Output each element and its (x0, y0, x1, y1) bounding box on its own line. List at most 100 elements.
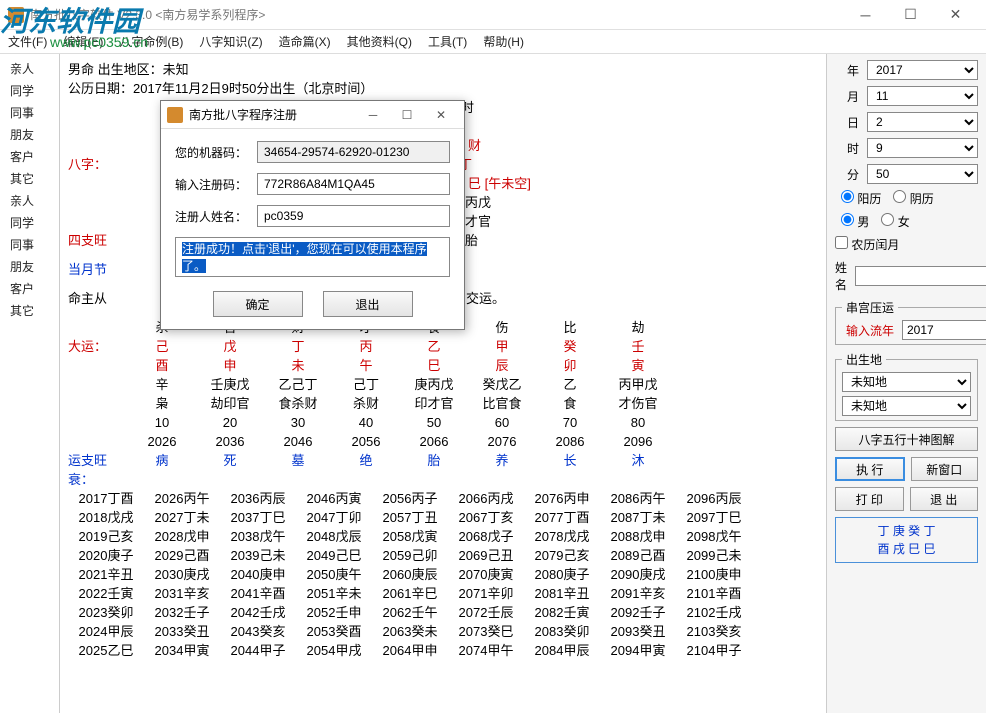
sidebar-item[interactable]: 同学 (0, 80, 59, 102)
liunian-cell: 2092壬子 (600, 603, 676, 622)
dialog-message: 注册成功！点击'退出'，您现在可以使用本程序了。 (175, 237, 450, 277)
right-panel: 年2017 月11 日2 时9 分50 阳历 阴历 男 女 农历闰月 姓名 串宫… (826, 54, 986, 713)
dialog-exit-button[interactable]: 退出 (323, 291, 413, 317)
lunar-radio[interactable]: 阴历 (893, 190, 933, 207)
liunian-cell: 2068戊子 (448, 527, 524, 546)
sidebar-item[interactable]: 客户 (0, 278, 59, 300)
liunian-cell: 2034甲寅 (144, 641, 220, 660)
sidebar-item[interactable]: 其它 (0, 300, 59, 322)
liunian-cell: 2021辛丑 (68, 565, 144, 584)
female-radio[interactable]: 女 (881, 213, 909, 230)
place2-select[interactable]: 未知地 (842, 396, 971, 416)
liunian-cell: 2060庚辰 (372, 565, 448, 584)
liunian-cell: 2052壬申 (296, 603, 372, 622)
liunian-cell: 2077丁酉 (524, 508, 600, 527)
liunian-input[interactable] (902, 320, 986, 340)
leap-checkbox[interactable]: 农历闰月 (835, 238, 899, 252)
minute-label: 分 (835, 166, 859, 183)
month-select[interactable]: 11 (867, 86, 978, 106)
liunian-cell: 2025乙巳 (68, 641, 144, 660)
sidebar-item[interactable]: 同事 (0, 234, 59, 256)
menu-file[interactable]: 文件(F) (8, 33, 47, 50)
liunian-cell: 2059己卯 (372, 546, 448, 565)
maximize-button[interactable]: ☐ (888, 1, 933, 29)
wuxing-button[interactable]: 八字五行十神图解 (835, 427, 978, 451)
minimize-button[interactable]: ─ (843, 1, 888, 29)
exit-button[interactable]: 退 出 (910, 487, 979, 511)
app-icon (8, 7, 24, 23)
liunian-cell: 2073癸巳 (448, 622, 524, 641)
hour-select[interactable]: 9 (867, 138, 978, 158)
name-input[interactable] (855, 266, 986, 286)
regname-label: 注册人姓名： (175, 208, 249, 225)
sidebar-item[interactable]: 同学 (0, 212, 59, 234)
dayun-cell: 寅 (604, 356, 672, 375)
titlebar: 南方批八字软件 V2.3.0 <南方易学系列程序> ─ ☐ ✕ (0, 0, 986, 30)
year-select[interactable]: 2017 (867, 60, 978, 80)
solar-radio[interactable]: 阳历 (841, 190, 881, 207)
liunian-cell: 2054甲戌 (296, 641, 372, 660)
liunian-cell: 2031辛亥 (144, 584, 220, 603)
execute-button[interactable]: 执 行 (835, 457, 905, 481)
regname-input[interactable] (257, 205, 450, 227)
sidebar: 亲人 同学 同事 朋友 客户 其它 亲人 同学 同事 朋友 客户 其它 (0, 54, 60, 713)
sidebar-item[interactable]: 客户 (0, 146, 59, 168)
liunian-cell: 2051辛未 (296, 584, 372, 603)
dayun-cell: 庚丙戊 (400, 375, 468, 394)
dayun-cell: 未 (264, 356, 332, 375)
liunian-cell: 2038戊午 (220, 527, 296, 546)
sizhi-label: 四支旺 (68, 233, 107, 248)
liunian-cell: 2098戊午 (676, 527, 752, 546)
dialog-close[interactable]: ✕ (424, 102, 458, 128)
liunian-cell: 2079己亥 (524, 546, 600, 565)
liunian-cell: 2084甲辰 (524, 641, 600, 660)
menu-edit[interactable]: 编辑(E) (63, 33, 103, 50)
day-label: 日 (835, 114, 859, 131)
liunian-row: 2022壬寅2031辛亥2041辛酉2051辛未2061辛巳2071辛卯2081… (68, 584, 818, 603)
dialog-title: 南方批八字程序注册 (189, 106, 356, 123)
year-label: 年 (835, 62, 859, 79)
sidebar-item[interactable]: 亲人 (0, 190, 59, 212)
male-radio[interactable]: 男 (841, 213, 869, 230)
machine-label: 您的机器码： (175, 144, 249, 161)
liunian-cell: 2066丙戌 (448, 489, 524, 508)
menu-bazi-knowledge[interactable]: 八字知识(Z) (199, 33, 262, 50)
dayun-cell: 劫印官 (196, 394, 264, 413)
print-button[interactable]: 打 印 (835, 487, 904, 511)
hour-label: 时 (835, 140, 859, 157)
dayun-cell: 壬庚戊 (196, 375, 264, 394)
regcode-input[interactable] (257, 173, 450, 195)
yunzhi-cell: 墓 (264, 451, 332, 489)
menu-tools[interactable]: 工具(T) (428, 33, 467, 50)
menu-help[interactable]: 帮助(H) (483, 33, 524, 50)
sidebar-item[interactable]: 朋友 (0, 256, 59, 278)
liunian-cell: 2082壬寅 (524, 603, 600, 622)
dayun-cell: 食杀财 (264, 394, 332, 413)
ok-button[interactable]: 确定 (213, 291, 303, 317)
age-cell: 80 (604, 413, 672, 432)
liunian-cell: 2036丙辰 (220, 489, 296, 508)
liunian-cell: 2083癸卯 (524, 622, 600, 641)
dayun-cell: 己 (128, 337, 196, 356)
sidebar-item[interactable]: 亲人 (0, 58, 59, 80)
dialog-maximize[interactable]: ☐ (390, 102, 424, 128)
new-window-button[interactable]: 新窗口 (911, 457, 979, 481)
menu-other[interactable]: 其他资料(Q) (347, 33, 412, 50)
dialog-minimize[interactable]: ─ (356, 102, 390, 128)
dayun-cell: 午 (332, 356, 400, 375)
menu-bazi-examples[interactable]: 八字命例(B) (119, 33, 183, 50)
menu-zaoming[interactable]: 造命篇(X) (279, 33, 331, 50)
sidebar-item[interactable]: 其它 (0, 168, 59, 190)
place1-select[interactable]: 未知地 (842, 372, 971, 392)
liunian-row: 2025乙巳2034甲寅2044甲子2054甲戌2064甲申2074甲午2084… (68, 641, 818, 660)
close-button[interactable]: ✕ (933, 1, 978, 29)
day-select[interactable]: 2 (867, 112, 978, 132)
liunian-cell: 2018戊戌 (68, 508, 144, 527)
year-cell: 2036 (196, 432, 264, 451)
sidebar-item[interactable]: 朋友 (0, 124, 59, 146)
liunian-cell: 2049己巳 (296, 546, 372, 565)
minute-select[interactable]: 50 (867, 164, 978, 184)
sidebar-item[interactable]: 同事 (0, 102, 59, 124)
god-cell: 伤 (468, 318, 536, 337)
year-cell: 2056 (332, 432, 400, 451)
